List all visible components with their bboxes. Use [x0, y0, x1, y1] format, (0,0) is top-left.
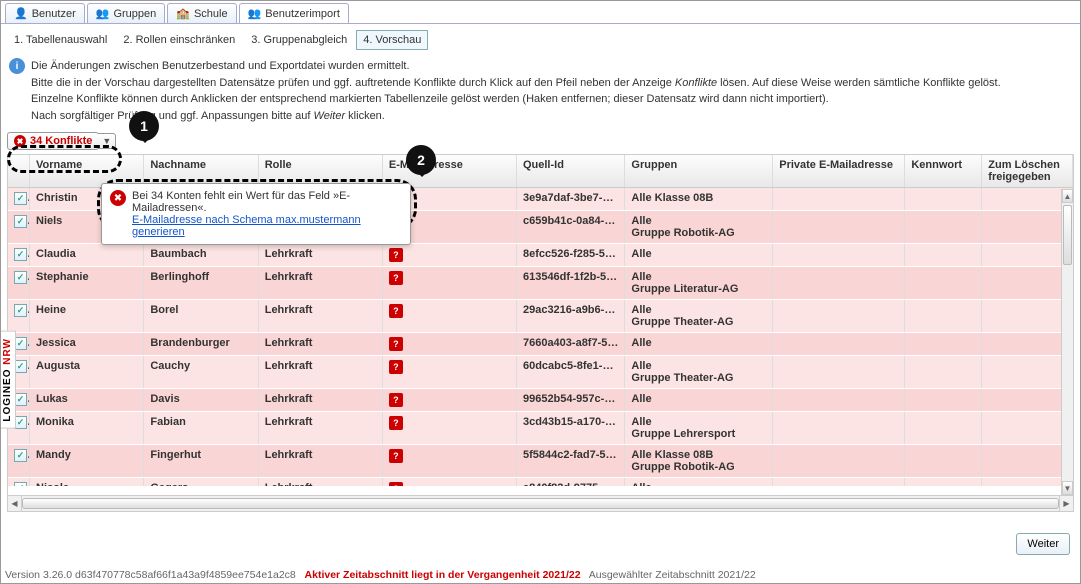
popup-error-icon: ✖: [110, 190, 126, 206]
info-line3: Einzelne Konflikte können durch Anklicke…: [31, 91, 1001, 108]
popup-text: Bei 34 Konten fehlt ein Wert für das Fel…: [132, 190, 402, 214]
tab-gruppen[interactable]: 👥Gruppen: [87, 3, 166, 23]
row-checkbox[interactable]: ✓: [14, 449, 27, 462]
error-icon: ✖: [14, 135, 26, 147]
col-gruppen[interactable]: Gruppen: [625, 155, 773, 187]
row-checkbox[interactable]: ✓: [14, 482, 27, 486]
tab-icon: 🏫: [176, 7, 190, 20]
popup-generate-link[interactable]: E-Mailadresse nach Schema max.mustermann…: [132, 214, 361, 238]
table-row[interactable]: ✓AugustaCauchyLehrkraft?60dcabc5-8fe1-53…: [8, 356, 1073, 389]
step[interactable]: 3. Gruppenabgleich: [244, 30, 354, 50]
col-loeschen[interactable]: Zum Löschen freigegeben: [982, 155, 1073, 187]
row-checkbox[interactable]: ✓: [14, 248, 27, 261]
table-row[interactable]: ✓JessicaBrandenburgerLehrkraft?7660a403-…: [8, 333, 1073, 356]
tab-schule[interactable]: 🏫Schule: [167, 3, 236, 23]
wizard-steps: 1. Tabellenauswahl2. Rollen einschränken…: [1, 24, 1080, 54]
error-badge-icon: ?: [389, 271, 403, 285]
info-line2: Bitte die in der Vorschau dargestellten …: [31, 75, 1001, 92]
conflicts-button[interactable]: ✖ 34 Konflikte: [7, 132, 99, 150]
row-checkbox[interactable]: ✓: [14, 215, 27, 228]
error-badge-icon: ?: [389, 393, 403, 407]
table-row[interactable]: ✓LukasDavisLehrkraft?99652b54-957c-5a5…A…: [8, 389, 1073, 412]
table-row[interactable]: ✓StephanieBerlinghoffLehrkraft?613546df-…: [8, 267, 1073, 300]
row-checkbox[interactable]: ✓: [14, 304, 27, 317]
row-checkbox[interactable]: ✓: [14, 271, 27, 284]
weiter-button[interactable]: Weiter: [1016, 533, 1070, 555]
tab-icon: 👥: [248, 7, 262, 20]
status-bar: Version 3.26.0 d63f470778c58af66f1a43a9f…: [5, 569, 1076, 581]
scroll-left-icon[interactable]: ◀: [8, 496, 22, 511]
tab-bar: 👤Benutzer👥Gruppen🏫Schule👥Benutzerimport: [1, 1, 1080, 24]
error-badge-icon: ?: [389, 248, 403, 262]
table-row[interactable]: ✓HeineBorelLehrkraft?29ac3216-a9b6-535…A…: [8, 300, 1073, 333]
error-badge-icon: ?: [389, 337, 403, 351]
table-row[interactable]: ✓NicoleGegersLehrkraft?a840f82d-9775-59c…: [8, 478, 1073, 486]
tab-icon: 👥: [96, 7, 110, 20]
table-row[interactable]: ✓MonikaFabianLehrkraft?3cd43b15-a170-59b…: [8, 412, 1073, 445]
conflicts-label: 34 Konflikte: [30, 135, 92, 147]
conflict-popup: ✖ Bei 34 Konten fehlt ein Wert für das F…: [101, 183, 411, 245]
logineo-side-tab[interactable]: LOGINEO NRW: [0, 331, 16, 429]
conflicts-dropdown[interactable]: ▼: [98, 133, 116, 149]
scroll-down-icon[interactable]: ▼: [1062, 481, 1073, 495]
col-kennwort[interactable]: Kennwort: [905, 155, 982, 187]
step[interactable]: 2. Rollen einschränken: [116, 30, 242, 50]
info-line4: Nach sorgfältiger Prüfung und ggf. Anpas…: [31, 108, 1001, 125]
info-line1: Die Änderungen zwischen Benutzerbestand …: [31, 58, 1001, 75]
step[interactable]: 1. Tabellenauswahl: [7, 30, 114, 50]
hscroll-thumb[interactable]: [22, 498, 1059, 509]
error-badge-icon: ?: [389, 416, 403, 430]
table-row[interactable]: ✓MandyFingerhutLehrkraft?5f5844c2-fad7-5…: [8, 445, 1073, 478]
row-checkbox[interactable]: ✓: [14, 192, 27, 205]
scroll-thumb[interactable]: [1063, 205, 1072, 265]
table-row[interactable]: ✓ClaudiaBaumbachLehrkraft?8efcc526-f285-…: [8, 244, 1073, 267]
tab-benutzerimport[interactable]: 👥Benutzerimport: [239, 3, 349, 23]
col-quellid[interactable]: Quell-Id: [517, 155, 625, 187]
info-icon: i: [9, 58, 25, 74]
tab-benutzer[interactable]: 👤Benutzer: [5, 3, 85, 23]
horizontal-scrollbar[interactable]: ◀ ▶: [7, 496, 1074, 512]
scroll-right-icon[interactable]: ▶: [1059, 496, 1073, 511]
col-private[interactable]: Private E-Mailadresse: [773, 155, 905, 187]
tab-icon: 👤: [14, 7, 28, 20]
error-badge-icon: ?: [389, 360, 403, 374]
error-badge-icon: ?: [389, 482, 403, 486]
info-panel: i Die Änderungen zwischen Benutzerbestan…: [1, 54, 1080, 128]
step[interactable]: 4. Vorschau: [356, 30, 428, 50]
error-badge-icon: ?: [389, 449, 403, 463]
scroll-up-icon[interactable]: ▲: [1062, 189, 1073, 203]
error-badge-icon: ?: [389, 304, 403, 318]
